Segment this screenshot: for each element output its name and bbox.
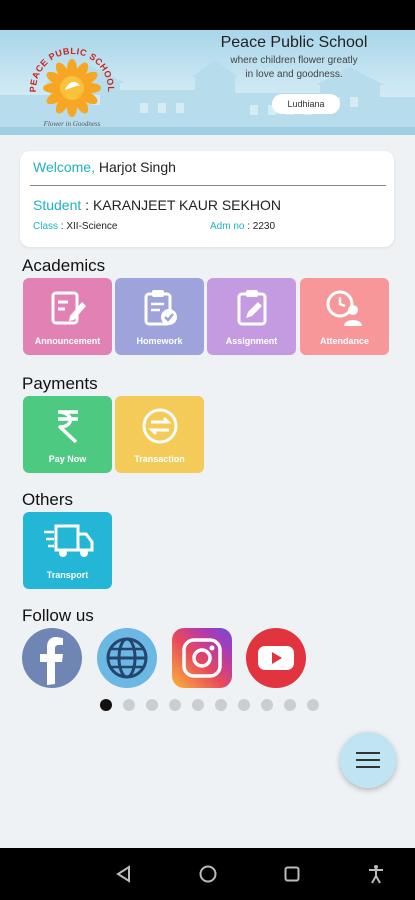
assignment-label: Assignment: [225, 336, 278, 346]
home-button[interactable]: [196, 862, 220, 886]
follow-us-heading: Follow us: [22, 606, 94, 625]
attendance-label: Attendance: [319, 336, 369, 346]
transport-tile[interactable]: Transport: [23, 512, 112, 589]
page-dot[interactable]: [169, 699, 181, 711]
assignment-tile[interactable]: Assignment: [207, 278, 296, 355]
status-bar: [0, 0, 415, 30]
home-circle-icon: [199, 865, 217, 883]
announcement-label: Announcement: [34, 336, 101, 346]
transport-truck-icon: [43, 524, 93, 557]
payments-heading: Payments: [22, 374, 98, 393]
profile-card: Welcome, Harjot Singh Student : KARANJEE…: [20, 151, 394, 247]
student-row: Student : KARANJEET KAUR SEKHON: [33, 197, 281, 213]
page-dot[interactable]: [100, 699, 112, 711]
student-separator: :: [81, 197, 93, 213]
welcome-label: Welcome,: [33, 159, 95, 175]
pay-now-label: Pay Now: [48, 454, 87, 464]
page-dot[interactable]: [123, 699, 135, 711]
attendance-tile[interactable]: Attendance: [300, 278, 389, 355]
website-link[interactable]: [97, 628, 157, 688]
announcement-icon: [51, 291, 86, 325]
student-name: KARANJEET KAUR SEKHON: [92, 197, 281, 213]
page-dot[interactable]: [146, 699, 158, 711]
hamburger-menu-icon: [356, 752, 380, 768]
tagline-line-2: in love and goodness.: [245, 69, 343, 80]
page-dot[interactable]: [215, 699, 227, 711]
pay-now-tile[interactable]: Pay Now: [23, 396, 112, 473]
attendance-icon: [326, 290, 362, 326]
announcement-tile[interactable]: Announcement: [23, 278, 112, 355]
instagram-icon: [182, 638, 222, 678]
academics-heading: Academics: [22, 256, 106, 275]
facebook-link[interactable]: [22, 628, 82, 688]
homework-label: Homework: [136, 336, 183, 346]
page-indicator: [100, 699, 319, 711]
globe-icon: [106, 637, 148, 679]
recents-square-icon: [284, 866, 300, 882]
transaction-tile[interactable]: Transaction: [115, 396, 204, 473]
school-logo: PEACE PUBLIC SCHOOL Flower in Goodness: [22, 38, 122, 130]
student-label: Student: [33, 197, 82, 213]
tagline-line-1: where children flower greatly: [230, 55, 358, 66]
class-row: Class : XII-Science: [33, 221, 117, 232]
accessibility-icon: [369, 865, 383, 884]
school-name: Peace Public School: [220, 34, 368, 51]
class-label: Class: [33, 221, 59, 232]
back-triangle-icon: [116, 865, 130, 883]
admission-label: Adm no: [210, 221, 245, 232]
homework-tile[interactable]: Homework: [115, 278, 204, 355]
page-dot[interactable]: [284, 699, 296, 711]
youtube-icon: [258, 646, 294, 670]
assignment-icon: [237, 290, 266, 326]
welcome-row: Welcome, Harjot Singh: [33, 159, 176, 175]
logo-motto: Flower in Goodness: [43, 120, 101, 128]
instagram-link[interactable]: [172, 628, 232, 688]
youtube-link[interactable]: [246, 628, 306, 688]
admission-row: Adm no : 2230: [210, 221, 275, 232]
user-name: Harjot Singh: [98, 159, 176, 175]
admission-value: : 2230: [244, 221, 276, 232]
homework-clipboard-icon: [144, 290, 177, 326]
page-dot[interactable]: [261, 699, 273, 711]
transport-label: Transport: [46, 570, 89, 580]
others-heading: Others: [22, 490, 74, 509]
transaction-label: Transaction: [134, 454, 185, 464]
menu-fab-button[interactable]: [340, 732, 396, 788]
recents-button[interactable]: [280, 862, 304, 886]
city-button[interactable]: Ludhiana: [272, 94, 340, 114]
back-button[interactable]: [112, 862, 136, 886]
rupee-icon: [57, 410, 78, 444]
profile-divider: [30, 185, 386, 186]
accessibility-button[interactable]: [364, 862, 388, 886]
facebook-icon: [40, 637, 63, 685]
page-dot[interactable]: [238, 699, 250, 711]
school-header: PEACE PUBLIC SCHOOL Flower in Goodness P…: [0, 30, 415, 135]
class-value: : XII-Science: [58, 221, 118, 232]
transaction-icon: [142, 408, 177, 444]
system-navigation-bar: [0, 848, 415, 900]
page-dot[interactable]: [192, 699, 204, 711]
page-dot[interactable]: [307, 699, 319, 711]
school-tagline: where children flower greatly in love an…: [209, 54, 379, 82]
